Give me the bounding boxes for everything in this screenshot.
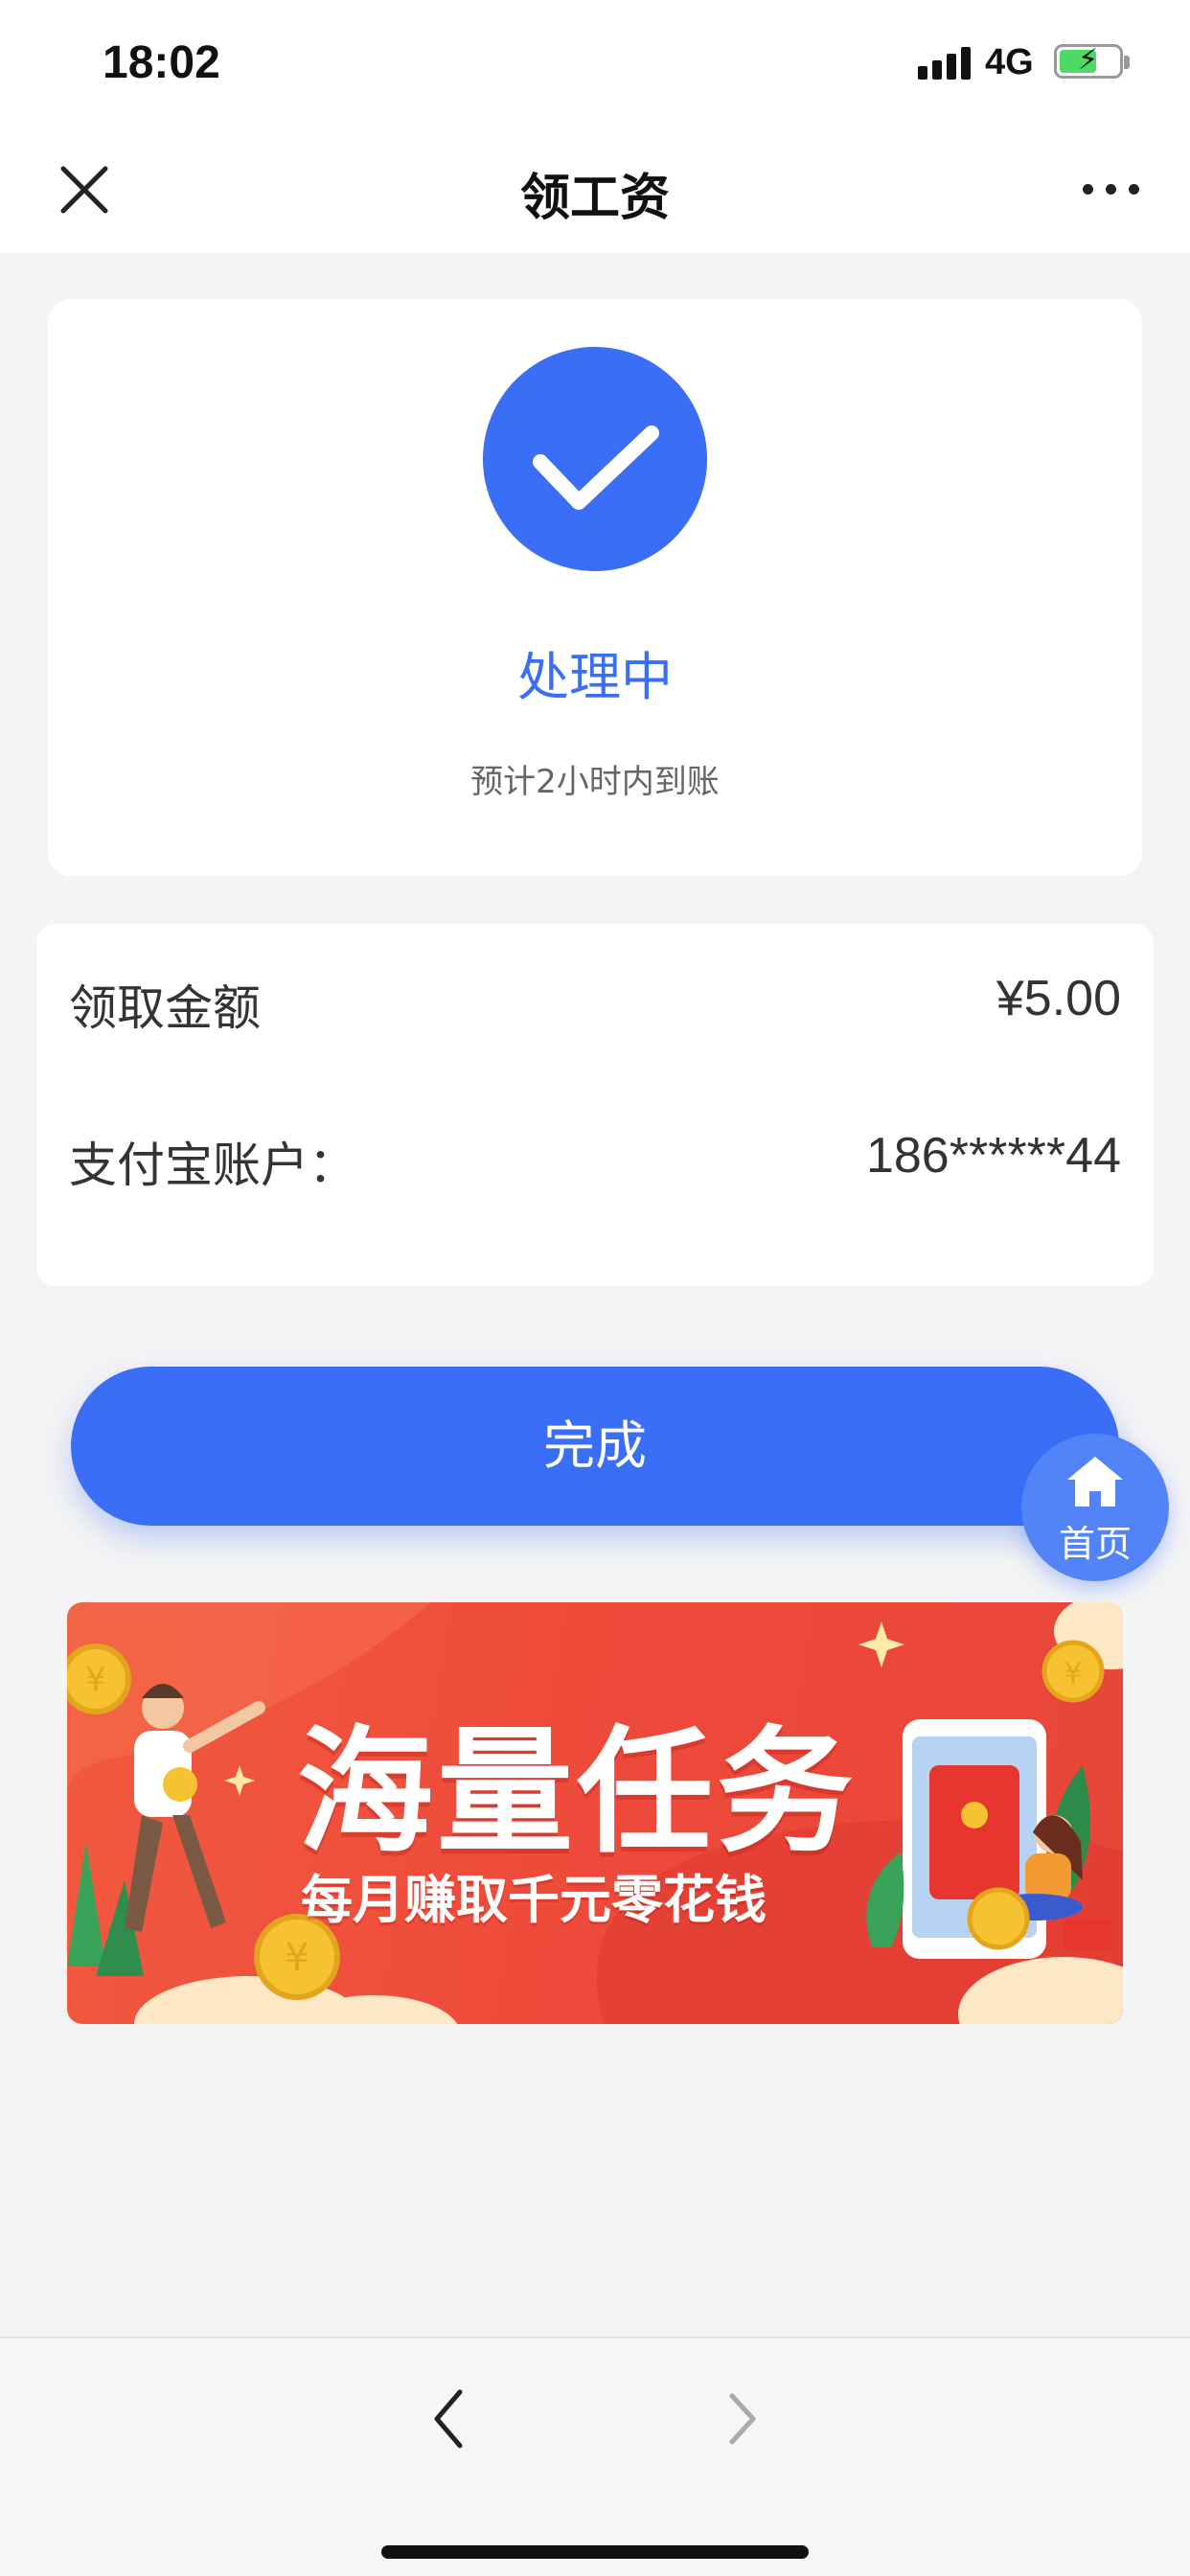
chevron-left-icon: [434, 2389, 463, 2449]
home-icon: [1067, 1457, 1123, 1506]
bottom-toolbar: [0, 2336, 1190, 2576]
back-button[interactable]: [422, 2382, 479, 2455]
info-card: 领取金额 ¥5.00 支付宝账户： 186******44: [36, 924, 1154, 1286]
status-title: 处理中: [517, 647, 673, 707]
status-subtitle: 预计2小时内到账: [470, 763, 720, 801]
status-bar: 18:02 4G ⚡: [0, 0, 1190, 126]
battery-charging-icon: ⚡: [1054, 43, 1130, 79]
amount-label: 领取金额: [69, 980, 261, 1036]
nav-bar: 领工资: [0, 126, 1190, 253]
home-indicator: [381, 2545, 809, 2559]
account-row: 支付宝账户： 186******44: [69, 1127, 1121, 1194]
page-title: 领工资: [519, 170, 670, 227]
amount-value: ¥5.00: [995, 971, 1121, 1026]
done-button[interactable]: 完成: [71, 1367, 1119, 1526]
svg-text:¥: ¥: [85, 1661, 106, 1699]
account-value: 186******44: [865, 1128, 1121, 1184]
coin-icon: ¥: [67, 1644, 131, 1714]
more-button[interactable]: [1073, 174, 1150, 203]
check-icon: [483, 347, 707, 571]
svg-text:¥: ¥: [1064, 1657, 1082, 1690]
svg-text:¥: ¥: [285, 1936, 309, 1980]
status-card: 处理中 预计2小时内到账: [48, 299, 1142, 876]
signal-icon: [918, 45, 972, 80]
forward-button[interactable]: [713, 2382, 770, 2455]
promo-banner[interactable]: ¥ ¥ ¥ 海量任务 每月赚取千元零花钱: [67, 1602, 1123, 2024]
home-label: 首页: [1058, 1523, 1132, 1565]
promo-subtitle: 每月赚取千元零花钱: [301, 1870, 767, 1930]
amount-row: 领取金额 ¥5.00: [69, 970, 1121, 1037]
network-type: 4G: [985, 42, 1034, 82]
status-time: 18:02: [103, 37, 220, 88]
account-label: 支付宝账户：: [69, 1138, 356, 1193]
promo-title: 海量任务: [297, 1714, 857, 1872]
chevron-right-icon: [729, 2393, 756, 2445]
home-button[interactable]: 首页: [1021, 1434, 1169, 1581]
